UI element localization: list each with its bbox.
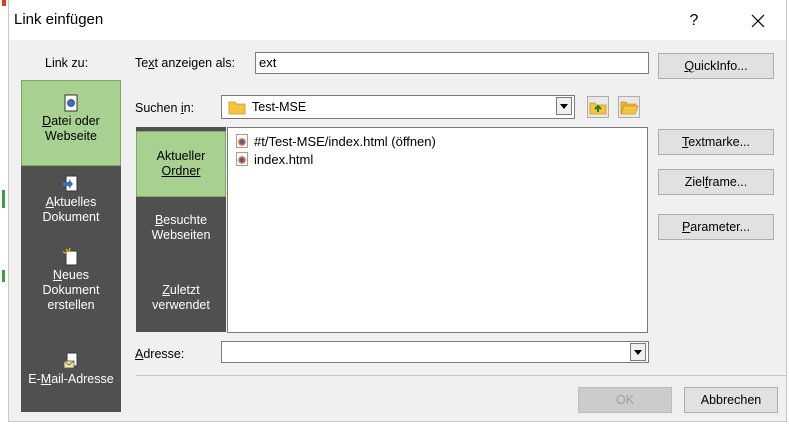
help-button[interactable]: ? <box>679 9 709 33</box>
ok-button[interactable]: OK <box>578 387 672 413</box>
nav-item-new-document[interactable]: Neues Dokument erstellen <box>21 248 121 338</box>
footer-divider <box>136 375 786 376</box>
nav-item-current-document[interactable]: Aktuelles Dokument <box>21 175 121 245</box>
subnav-label: verwendet <box>152 298 210 312</box>
address-label: Adresse: <box>135 347 185 361</box>
target-frame-button[interactable]: Zielframe... <box>658 169 774 195</box>
display-text-input[interactable]: ext <box>255 52 649 74</box>
address-combobox[interactable] <box>221 341 649 363</box>
title-bar: Link einfügen ? <box>9 0 786 40</box>
list-item[interactable]: index.html <box>236 151 313 168</box>
nav-label: E- <box>28 372 41 386</box>
button-mnemonic: Q <box>684 59 695 73</box>
browse-type-nav: Aktueller Ordner Besuchte Webseiten Zule… <box>136 127 226 332</box>
cancel-button[interactable]: Abbrechen <box>684 387 778 413</box>
subnav-label: Zuletzt <box>162 283 200 297</box>
up-folder-button[interactable] <box>587 96 609 118</box>
nav-label: Webseite <box>45 129 97 143</box>
subnav-label: Besuchte <box>154 213 208 227</box>
look-in-value: Test-MSE <box>252 100 307 114</box>
nav-label: erstellen <box>47 298 95 312</box>
look-in-dropdown-arrow[interactable] <box>556 97 572 115</box>
background-window-edge <box>0 0 8 424</box>
new-document-icon <box>62 248 78 266</box>
display-text-label: Text anzeigen als: <box>135 56 236 70</box>
close-icon <box>751 14 765 28</box>
browse-folder-button[interactable] <box>618 96 640 118</box>
look-in-dropdown[interactable]: Test-MSE <box>221 95 575 119</box>
dialog-title: Link einfügen <box>14 11 104 28</box>
firefox-file-icon <box>236 152 248 166</box>
list-item[interactable]: #t/Test-MSE/index.html (öffnen) <box>236 133 436 150</box>
open-folder-icon <box>620 101 639 115</box>
nav-item-email-address[interactable]: E-Mail-Adresse <box>21 352 121 402</box>
email-address-icon <box>63 352 78 369</box>
current-document-icon <box>63 175 78 192</box>
nav-label-mnemonic: A <box>45 195 54 209</box>
nav-label-mnemonic: M <box>40 372 52 386</box>
firefox-file-icon <box>236 134 248 148</box>
nav-label-mnemonic: N <box>52 268 62 282</box>
nav-label-mnemonic: D <box>42 114 52 128</box>
subnav-browsed-pages[interactable]: Besuchte Webseiten <box>136 213 226 253</box>
look-in-label: Suchen in: <box>135 101 195 115</box>
background-fragment <box>2 190 5 208</box>
button-label: extmarke... <box>688 135 751 149</box>
button-label: rame... <box>708 175 748 189</box>
button-label: Ziel <box>684 175 705 189</box>
link-to-label: Link zu: <box>45 56 89 70</box>
file-name: index.html <box>254 152 314 167</box>
background-fragment <box>2 270 5 282</box>
subnav-label: Ordner <box>161 164 201 178</box>
web-file-icon <box>64 94 78 112</box>
button-label: uickInfo... <box>694 59 748 73</box>
subnav-label: Aktueller <box>156 149 206 163</box>
subnav-current-folder[interactable]: Aktueller Ordner <box>136 131 226 197</box>
quickinfo-button[interactable]: QuickInfo... <box>658 53 774 79</box>
nav-item-file-or-webpage[interactable]: Datei oder Webseite <box>21 80 121 166</box>
background-fragment <box>2 0 6 6</box>
file-list[interactable]: #t/Test-MSE/index.html (öffnen) index.ht… <box>227 127 648 333</box>
link-to-nav: Datei oder Webseite Aktuelles Dokument N… <box>21 80 121 412</box>
nav-label: eues <box>61 268 90 282</box>
bookmark-button[interactable]: Textmarke... <box>658 129 774 155</box>
file-name: #t/Test-MSE/index.html (öffnen) <box>254 134 436 149</box>
nav-label: ktuelles <box>53 195 97 209</box>
up-folder-icon <box>589 102 607 115</box>
address-dropdown-arrow[interactable] <box>630 343 646 361</box>
subnav-label: Webseiten <box>151 228 211 242</box>
parameters-button[interactable]: Parameter... <box>658 214 774 240</box>
folder-icon <box>228 101 246 115</box>
nav-label: Dokument <box>42 283 100 297</box>
insert-link-dialog: Link einfügen ? Link zu: Datei oder Webs… <box>8 0 787 422</box>
nav-label: ail-Adresse <box>51 372 114 386</box>
button-label: arameter... <box>690 220 751 234</box>
subnav-recently-used[interactable]: Zuletzt verwendet <box>136 283 226 323</box>
close-button[interactable] <box>741 7 775 35</box>
nav-label: atei oder <box>51 114 100 128</box>
nav-label: Dokument <box>42 210 100 224</box>
